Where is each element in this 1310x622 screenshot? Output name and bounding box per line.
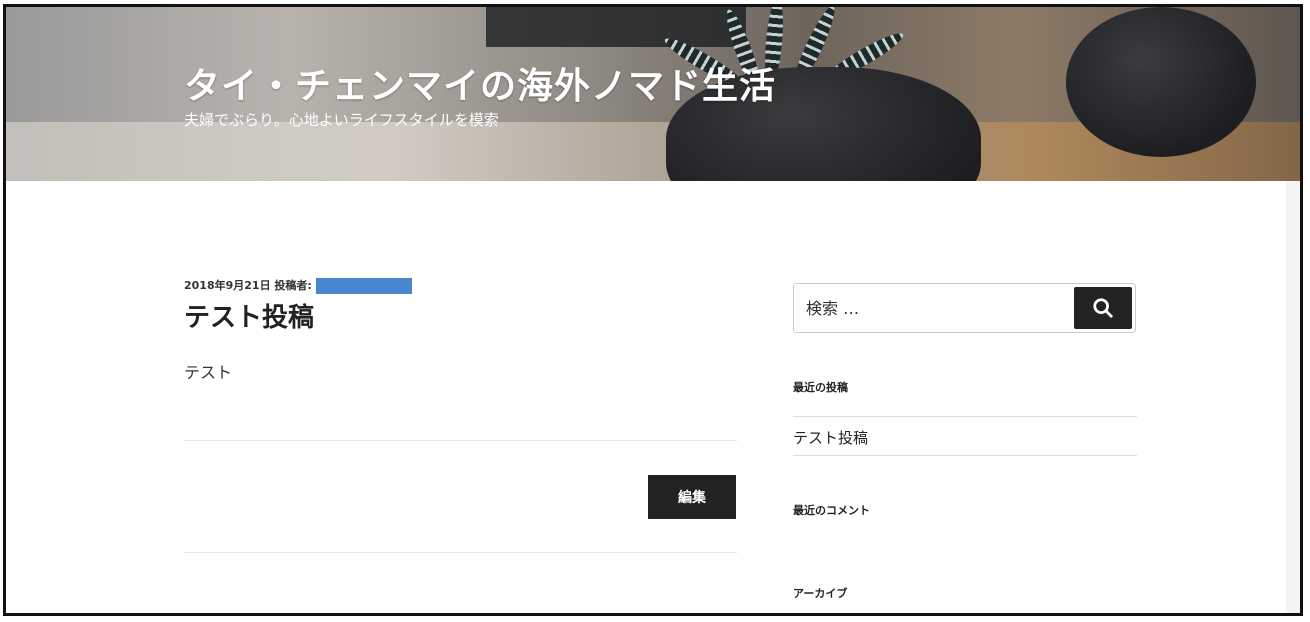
search-button[interactable] bbox=[1074, 287, 1132, 329]
browser-frame: タイ・チェンマイの海外ノマド生活 夫婦でぶらり。心地よいライフスタイルを模索 2… bbox=[3, 4, 1303, 616]
recent-comments-title: 最近のコメント bbox=[793, 504, 870, 517]
edit-button[interactable]: 編集 bbox=[648, 475, 736, 519]
post-date-link[interactable]: 2018年9月21日 bbox=[184, 279, 271, 292]
scrollbar-track[interactable] bbox=[1286, 181, 1300, 613]
search-form bbox=[793, 283, 1136, 333]
search-input[interactable] bbox=[794, 284, 1074, 332]
post-meta: 2018年9月21日 投稿者: bbox=[184, 277, 412, 294]
recent-posts-bottom-divider bbox=[793, 455, 1137, 456]
header-shadow bbox=[486, 7, 746, 47]
post-footer-divider bbox=[184, 552, 737, 553]
recent-posts-title: 最近の投稿 bbox=[793, 381, 848, 394]
site-tagline: 夫婦でぶらり。心地よいライフスタイルを模索 bbox=[184, 111, 499, 129]
recent-posts-divider bbox=[793, 416, 1137, 417]
redacted-author bbox=[315, 278, 412, 294]
site-title-link[interactable]: タイ・チェンマイの海外ノマド生活 bbox=[184, 57, 776, 109]
site-header: タイ・チェンマイの海外ノマド生活 夫婦でぶらり。心地よいライフスタイルを模索 bbox=[6, 7, 1300, 181]
header-pot-right bbox=[1066, 7, 1256, 157]
recent-post-link[interactable]: テスト投稿 bbox=[793, 427, 868, 448]
archives-title: アーカイブ bbox=[793, 587, 848, 600]
post-title: テスト投稿 bbox=[184, 303, 315, 333]
post-body: テスト bbox=[184, 363, 233, 382]
post-divider bbox=[184, 440, 737, 441]
author-label: 投稿者: bbox=[274, 279, 312, 292]
search-icon bbox=[1093, 298, 1113, 318]
